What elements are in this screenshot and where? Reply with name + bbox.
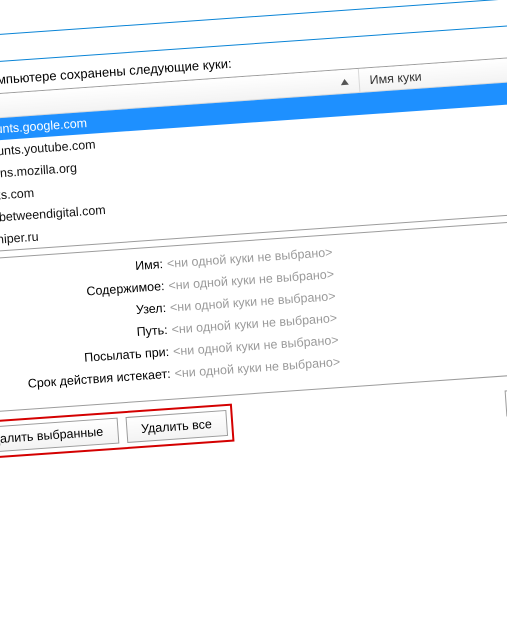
site-name: adsniper.ru [0, 230, 39, 248]
cookie-details: Имя: <ни одной куки не выбрано> Содержим… [0, 217, 507, 414]
sort-arrow-icon [340, 78, 348, 85]
delete-all-button[interactable]: Удалить все [125, 410, 227, 443]
detail-value-send: <ни одной куки не выбрано> [173, 333, 339, 359]
site-name: adnxs.com [0, 186, 35, 204]
column-cookie-name-label: Имя куки [369, 69, 422, 87]
detail-label-expires: Срок действия истекает: [0, 367, 175, 396]
detail-value-host: <ни одной куки не выбрано> [170, 289, 336, 315]
delete-selected-button[interactable]: Удалить выбранные [0, 418, 119, 454]
detail-value-path: <ни одной куки не выбрано> [171, 311, 337, 337]
highlight-box: Удалить выбранные Удалить все [0, 404, 234, 461]
detail-value-expires: <ни одной куки не выбрано> [174, 355, 340, 381]
cookie-table: айт Имя куки accounts.google.com account… [0, 54, 507, 255]
detail-value-content: <ни одной куки не выбрано> [168, 267, 334, 293]
detail-value-name: <ни одной куки не выбрано> [166, 245, 332, 271]
